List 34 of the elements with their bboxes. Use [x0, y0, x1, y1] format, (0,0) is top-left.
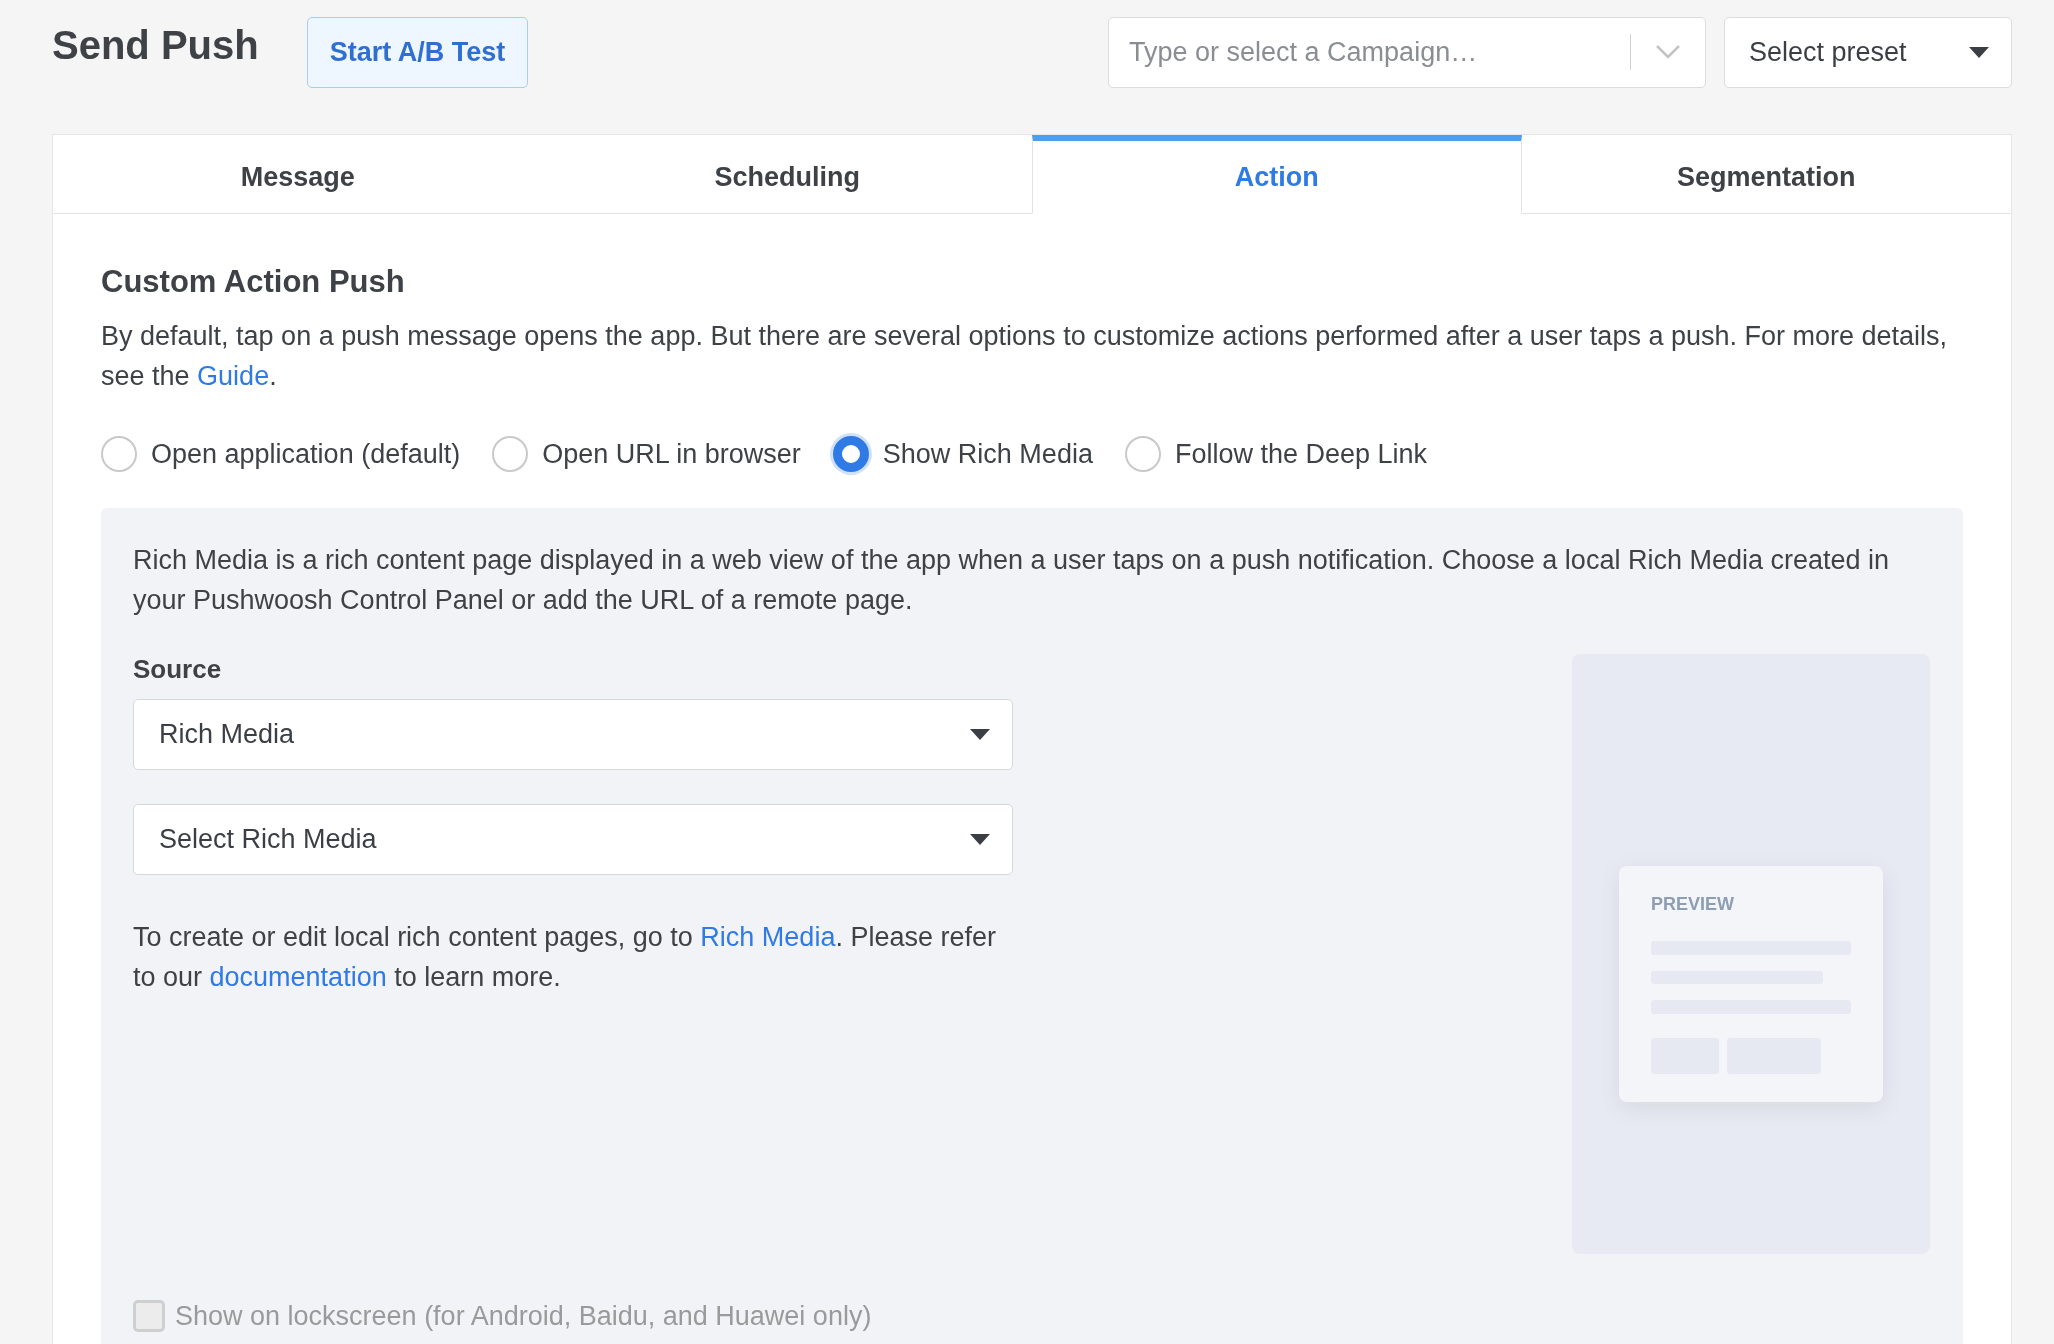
campaign-combobox[interactable]: Type or select a Campaign…	[1108, 16, 1706, 88]
radio-button[interactable]	[1124, 436, 1161, 472]
preview-label: PREVIEW	[1651, 894, 1735, 915]
radio-label: Follow the Deep Link	[1174, 438, 1428, 470]
section-heading: Custom Action Push	[101, 264, 406, 300]
radio-button[interactable]	[832, 436, 869, 472]
source-dropdown[interactable]: Rich Media	[133, 699, 1013, 770]
help-link[interactable]: documentation	[209, 962, 387, 992]
help-link[interactable]: Rich Media	[700, 922, 836, 952]
radio-option[interactable]: Show Rich Media	[832, 436, 1093, 472]
help-text: To create or edit local rich content pages, go to Rich Media. Please refer to our documentation to learn more.	[133, 921, 997, 994]
source-label: Source	[133, 654, 223, 685]
rich-media-intro: Rich Media is a rich content page displayed in a web view of the app when a user taps on a push notification. Choose a local Rich Media created in your Pushwoosh Control Panel or add the URL of a remote page.	[133, 544, 1891, 617]
guide-link[interactable]: Guide	[197, 361, 270, 391]
campaign-input[interactable]: Type or select a Campaign…	[1109, 36, 1630, 68]
tab[interactable]: Action	[1032, 135, 1522, 214]
radio-button[interactable]	[492, 436, 529, 472]
radio-label: Open URL in browser	[542, 438, 801, 470]
radio-button[interactable]	[101, 436, 137, 472]
caret-icon	[970, 729, 990, 740]
radio-option[interactable]: Open application (default)	[101, 436, 461, 472]
radio-label: Open application (default)	[151, 438, 461, 470]
preset-dropdown[interactable]: Select preset	[1724, 16, 2012, 88]
checkbox-label: Show on lockscreen (for Android, Baidu, and Huawei only)	[175, 1300, 872, 1332]
radio-option[interactable]: Open URL in browser	[492, 436, 801, 472]
page-title: Send Push	[52, 22, 259, 68]
caret-icon	[970, 834, 990, 845]
radio-label: Show Rich Media	[882, 438, 1093, 470]
section-description: By default, tap on a push message opens the app. But there are several options to customize actions performed after a user taps a push. For more details, see the Guide.	[101, 320, 1949, 393]
rich-media-dropdown[interactable]: Select Rich Media	[133, 804, 1013, 875]
ab-test-button[interactable]: Start A/B Test	[306, 16, 529, 88]
caret-icon	[1969, 46, 1989, 58]
chevron-down-icon	[1655, 44, 1681, 60]
radio-option[interactable]: Follow the Deep Link	[1124, 436, 1428, 472]
